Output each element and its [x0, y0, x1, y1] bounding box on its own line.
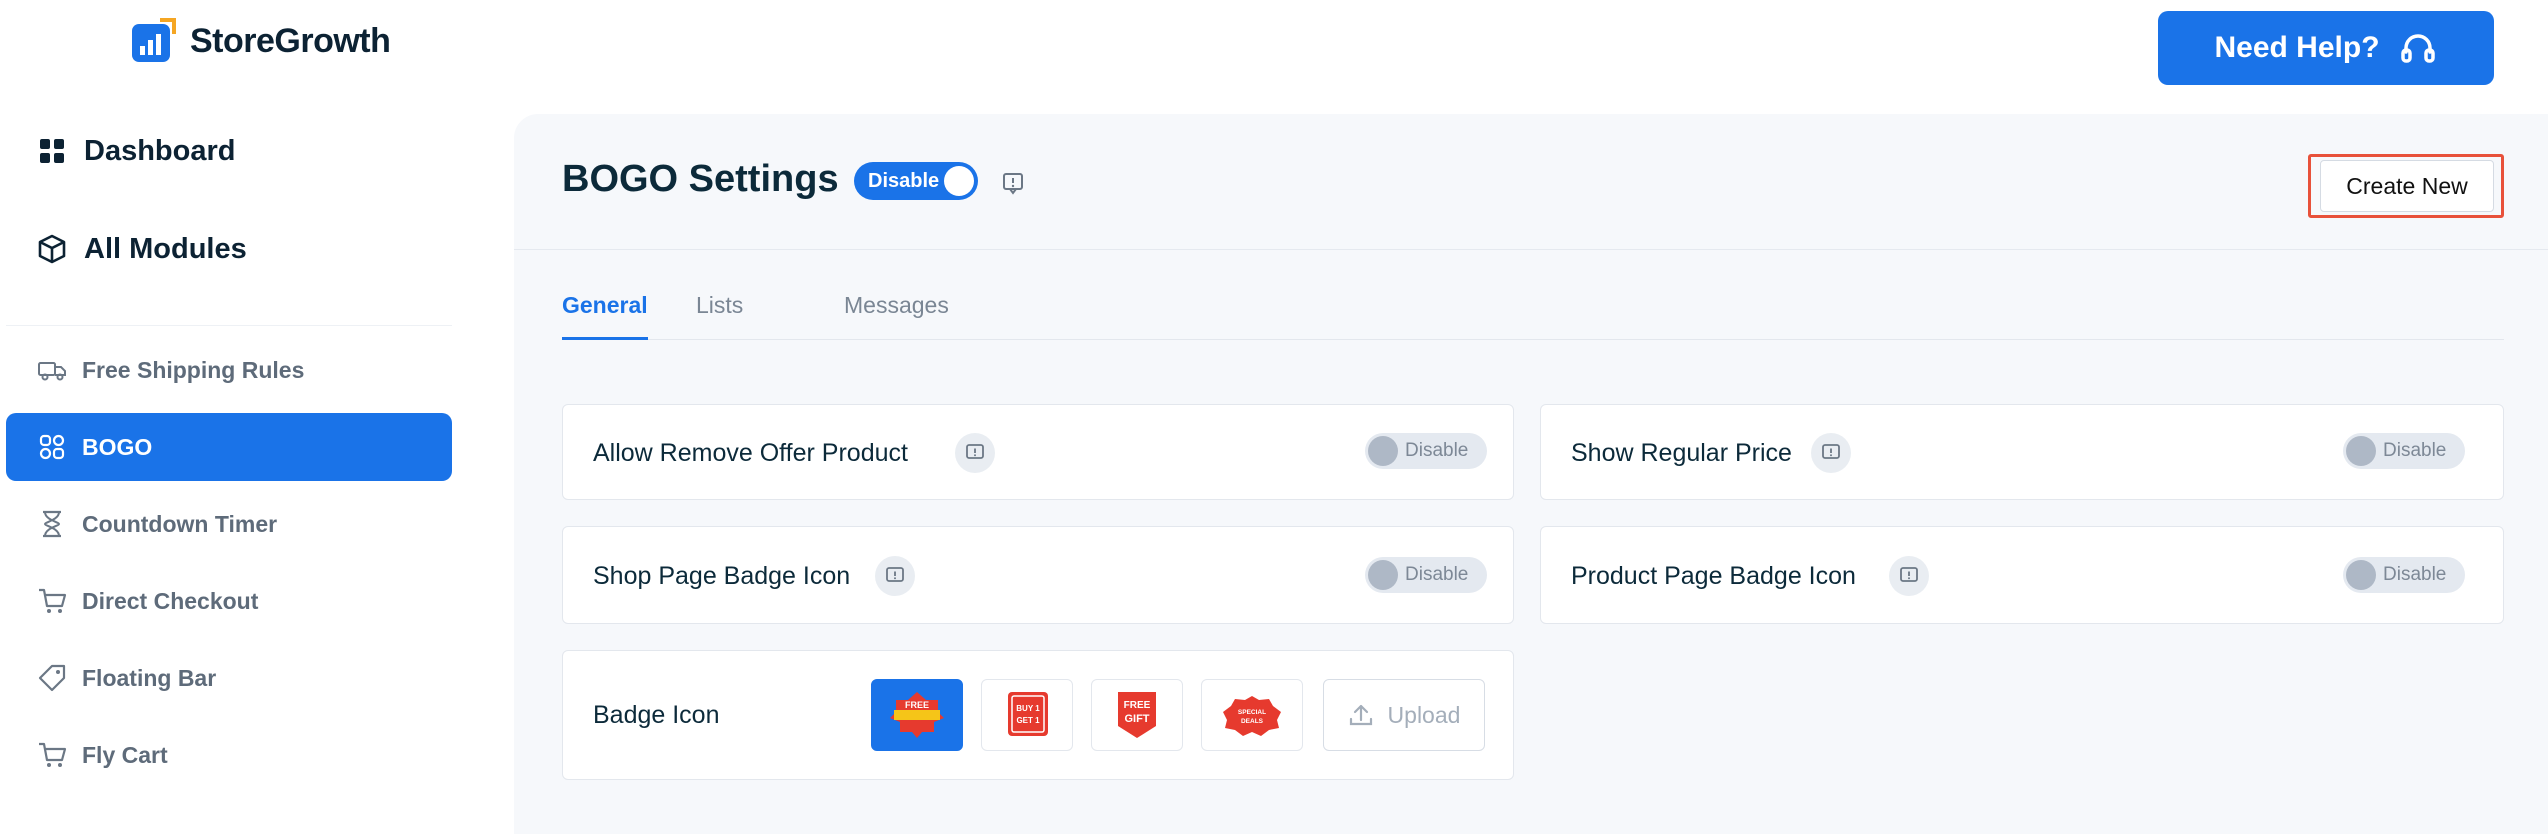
show-regular-price-toggle[interactable]: Disable — [2343, 433, 2465, 469]
page-title: BOGO Settings — [562, 158, 839, 200]
svg-text:FREE: FREE — [1124, 700, 1151, 711]
toggle-knob — [1368, 560, 1398, 590]
sidebar-divider — [6, 325, 452, 326]
product-page-badge-toggle[interactable]: Disable — [2343, 557, 2465, 593]
info-icon[interactable] — [1811, 433, 1851, 473]
toggle-knob — [2346, 560, 2376, 590]
info-icon[interactable] — [1000, 170, 1026, 196]
setting-badge-icon: Badge Icon FREE BUY 1 GET 1 FREE GIFT SP… — [562, 650, 1514, 780]
toggle-knob — [2346, 436, 2376, 466]
bogo-status-toggle[interactable]: Disable — [854, 162, 978, 200]
svg-text:GET 1: GET 1 — [1016, 716, 1040, 725]
sidebar-item-fly-cart[interactable]: Fly Cart — [6, 721, 452, 789]
sidebar-item-free-shipping[interactable]: Free Shipping Rules — [6, 336, 452, 404]
storegrowth-logo-icon — [132, 18, 176, 62]
need-help-button[interactable]: Need Help? — [2158, 11, 2494, 85]
setting-label: Allow Remove Offer Product — [593, 439, 908, 467]
toggle-label: Disable — [1405, 440, 1469, 461]
main-panel: BOGO Settings Disable Create New General… — [514, 114, 2548, 834]
cart-icon — [39, 742, 67, 767]
free-badge-icon: FREE — [890, 692, 944, 738]
setting-product-page-badge: Product Page Badge Icon Disable — [1540, 526, 2504, 624]
toggle-knob — [1368, 436, 1398, 466]
sidebar-item-countdown-timer[interactable]: Countdown Timer — [6, 490, 452, 558]
truck-icon — [38, 362, 66, 381]
sidebar-all-modules[interactable]: All Modules — [6, 213, 452, 285]
need-help-label: Need Help? — [2214, 31, 2380, 64]
badge-option-buy1get1[interactable]: BUY 1 GET 1 — [981, 679, 1073, 751]
toggle-label: Disable — [2383, 564, 2447, 585]
sidebar-dashboard-label: Dashboard — [84, 134, 236, 167]
bogo-icon — [39, 434, 65, 460]
sidebar-item-label: Countdown Timer — [82, 510, 278, 537]
badge-option-special-deals[interactable]: SPECIAL DEALS — [1201, 679, 1303, 751]
setting-label: Badge Icon — [593, 701, 720, 729]
cube-icon — [38, 234, 66, 264]
sidebar-item-floating-bar[interactable]: Floating Bar — [6, 644, 452, 712]
sidebar-item-label: BOGO — [82, 433, 153, 460]
sidebar-dashboard[interactable]: Dashboard — [6, 115, 452, 187]
badge-option-free[interactable]: FREE — [871, 679, 963, 751]
shop-page-badge-toggle[interactable]: Disable — [1365, 557, 1487, 593]
badge-option-free-gift[interactable]: FREE GIFT — [1091, 679, 1183, 751]
setting-label: Show Regular Price — [1571, 439, 1792, 467]
settings-tabs: General Lists Messages — [562, 292, 2504, 340]
setting-label: Product Page Badge Icon — [1571, 562, 1856, 590]
sidebar: Dashboard All Modules Free Shipping Rule… — [6, 115, 452, 798]
sidebar-item-bogo[interactable]: BOGO — [6, 413, 452, 481]
sidebar-item-label: Direct Checkout — [82, 587, 259, 614]
tab-lists[interactable]: Lists — [696, 292, 743, 337]
info-icon[interactable] — [875, 556, 915, 596]
setting-label: Shop Page Badge Icon — [593, 562, 851, 590]
upload-label: Upload — [1387, 701, 1461, 728]
free-gift-badge-icon: FREE GIFT — [1118, 692, 1156, 738]
setting-shop-page-badge: Shop Page Badge Icon Disable — [562, 526, 1514, 624]
badge-text: FREE — [905, 700, 929, 710]
sidebar-item-label: Fly Cart — [82, 741, 168, 768]
tag-icon — [38, 664, 66, 692]
sidebar-all-modules-label: All Modules — [84, 232, 247, 265]
logo[interactable]: StoreGrowth — [130, 18, 391, 64]
sidebar-item-direct-checkout[interactable]: Direct Checkout — [6, 567, 452, 635]
info-icon[interactable] — [1889, 556, 1929, 596]
buy1-get1-badge-icon: BUY 1 GET 1 — [1008, 692, 1048, 736]
svg-text:GIFT: GIFT — [1124, 713, 1149, 725]
headset-icon — [2400, 34, 2435, 63]
tab-messages[interactable]: Messages — [844, 292, 949, 337]
svg-text:DEALS: DEALS — [1241, 718, 1264, 725]
special-deals-badge-icon: SPECIAL DEALS — [1223, 696, 1281, 736]
grid-icon — [40, 139, 64, 163]
sidebar-item-label: Floating Bar — [82, 664, 217, 691]
svg-text:SPECIAL: SPECIAL — [1238, 709, 1266, 716]
page-header: BOGO Settings Disable Create New — [514, 114, 2548, 250]
brand-name: StoreGrowth — [190, 21, 391, 60]
svg-text:BUY 1: BUY 1 — [1016, 704, 1040, 713]
cart-icon — [39, 588, 67, 613]
upload-icon — [1349, 704, 1372, 726]
info-icon[interactable] — [955, 433, 995, 473]
hourglass-icon — [43, 510, 61, 538]
toggle-label: Disable — [2383, 440, 2447, 461]
sidebar-item-label: Free Shipping Rules — [82, 356, 305, 383]
setting-allow-remove-offer: Allow Remove Offer Product Disable — [562, 404, 1514, 500]
create-new-button[interactable]: Create New — [2320, 160, 2494, 212]
tab-general[interactable]: General — [562, 292, 648, 340]
allow-remove-toggle[interactable]: Disable — [1365, 433, 1487, 469]
toggle-label: Disable — [1405, 564, 1469, 585]
setting-show-regular-price: Show Regular Price Disable — [1540, 404, 2504, 500]
toggle-knob — [944, 166, 974, 196]
toggle-label: Disable — [868, 169, 940, 192]
upload-badge-button[interactable]: Upload — [1323, 679, 1485, 751]
